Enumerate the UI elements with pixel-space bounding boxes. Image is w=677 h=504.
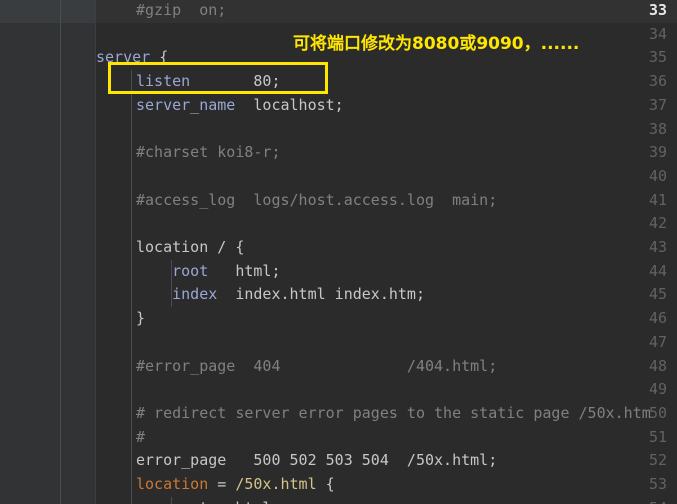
code-line-41[interactable]: #access_log logs/host.access.log main;: [96, 189, 497, 213]
token: #charset koi8-r;: [136, 143, 281, 162]
code-line-43[interactable]: location / {: [96, 236, 244, 260]
code-line-37[interactable]: server_name localhost;: [96, 94, 344, 118]
line-number-38[interactable]: 38: [617, 118, 667, 142]
line-number-42[interactable]: 42: [617, 212, 667, 236]
line-number-41[interactable]: 41: [617, 189, 667, 213]
token: {: [316, 475, 335, 493]
token: root html;: [136, 499, 280, 504]
code-line-39[interactable]: #charset koi8-r;: [96, 141, 281, 165]
code-line-51[interactable]: #: [96, 426, 145, 450]
code-line-48[interactable]: #error_page 404 /404.html;: [96, 355, 497, 379]
token: index.html index.htm;: [217, 285, 425, 304]
token: #: [136, 427, 146, 446]
line-number-46[interactable]: 46: [617, 307, 667, 331]
code-line-50[interactable]: # redirect server error pages to the sta…: [96, 402, 651, 426]
line-number-35[interactable]: 35: [617, 46, 667, 70]
gutter-divider: [60, 0, 61, 504]
line-number-43[interactable]: 43: [617, 236, 667, 260]
token: root: [136, 261, 209, 280]
code-line-44[interactable]: root html;: [96, 260, 281, 284]
token: index: [136, 285, 218, 304]
line-number-39[interactable]: 39: [617, 141, 667, 165]
code-editor[interactable]: #gzip on; server {listen 80; server_name l…: [0, 0, 677, 504]
token: #error_page 404 /404.html;: [136, 356, 498, 375]
token: # redirect server error pages to the sta…: [136, 403, 651, 422]
code-line-53[interactable]: location = /50x.html {: [96, 473, 335, 497]
annotation-text: 可将端口修改为8080或9090，......: [293, 34, 580, 54]
token: location: [136, 475, 209, 493]
line-number-34[interactable]: 34: [617, 23, 667, 47]
code-line-45[interactable]: index index.html index.htm;: [96, 283, 425, 307]
line-number-54[interactable]: 54: [617, 497, 667, 504]
active-line-gutter-highlight: [0, 0, 96, 23]
token: 500 502 503 504 /50x.html;: [226, 451, 498, 470]
gutter-fold-divider: [95, 0, 96, 504]
line-number-33[interactable]: 33: [617, 0, 667, 23]
line-number-40[interactable]: 40: [617, 165, 667, 189]
token: 80;: [190, 72, 281, 91]
token: #gzip on;: [136, 1, 227, 19]
line-number-51[interactable]: 51: [617, 426, 667, 450]
gutter-fold-strip[interactable]: [61, 0, 95, 504]
token: error_page: [136, 451, 227, 470]
token: server_name: [136, 95, 236, 114]
code-content-area[interactable]: #gzip on; server {listen 80; server_name l…: [96, 0, 677, 504]
line-number-37[interactable]: 37: [617, 94, 667, 118]
code-line-52[interactable]: error_page 500 502 503 504 /50x.html;: [96, 449, 497, 473]
code-line-35[interactable]: server {: [96, 46, 168, 70]
code-line-33[interactable]: #gzip on;: [96, 0, 226, 23]
token: {: [150, 48, 169, 67]
line-number-36[interactable]: 36: [617, 70, 667, 94]
line-number-47[interactable]: 47: [617, 331, 667, 355]
token: }: [136, 309, 146, 328]
token: #access_log logs/host.access.log main;: [136, 190, 498, 209]
code-line-36[interactable]: listen 80;: [96, 70, 281, 94]
line-number-48[interactable]: 48: [617, 355, 667, 379]
token: listen: [136, 72, 191, 91]
line-number-52[interactable]: 52: [617, 449, 667, 473]
code-line-54[interactable]: root html;: [96, 497, 280, 504]
token: =: [208, 475, 236, 493]
line-number-50[interactable]: 50: [617, 402, 667, 426]
token: /50x.html: [235, 475, 317, 493]
token: location / {: [136, 238, 245, 256]
token: html;: [208, 261, 281, 280]
line-number-45[interactable]: 45: [617, 283, 667, 307]
line-number-44[interactable]: 44: [617, 260, 667, 284]
line-number-49[interactable]: 49: [617, 378, 667, 402]
token: localhost;: [235, 95, 344, 114]
token: server: [96, 48, 151, 67]
line-number-gutter: [0, 0, 60, 504]
line-number-53[interactable]: 53: [617, 473, 667, 497]
code-line-46[interactable]: }: [96, 307, 145, 331]
